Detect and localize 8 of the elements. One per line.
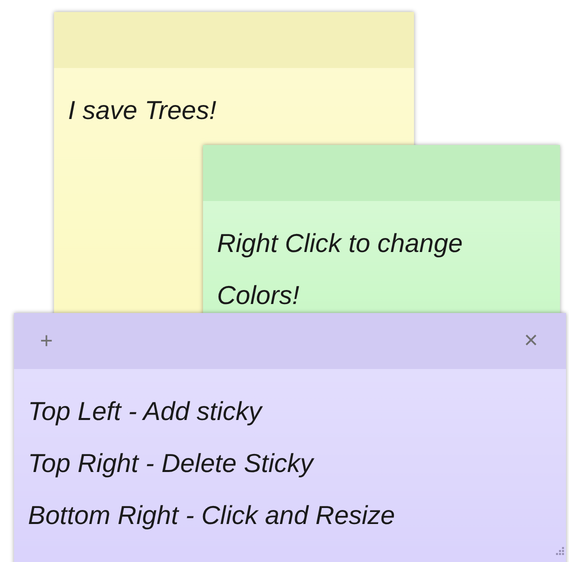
- note-text: Bottom Right - Click and Resize: [28, 499, 396, 532]
- note-text: Right Click to change Colors!: [217, 227, 464, 312]
- note-text: I save Trees!: [68, 94, 216, 127]
- close-button[interactable]: ×: [524, 329, 538, 353]
- note-text: Top Right - Delete Sticky: [28, 447, 314, 480]
- resize-grip-icon[interactable]: [554, 545, 564, 555]
- note-text: Top Left - Add sticky: [28, 395, 262, 428]
- add-note-button[interactable]: +: [40, 330, 53, 352]
